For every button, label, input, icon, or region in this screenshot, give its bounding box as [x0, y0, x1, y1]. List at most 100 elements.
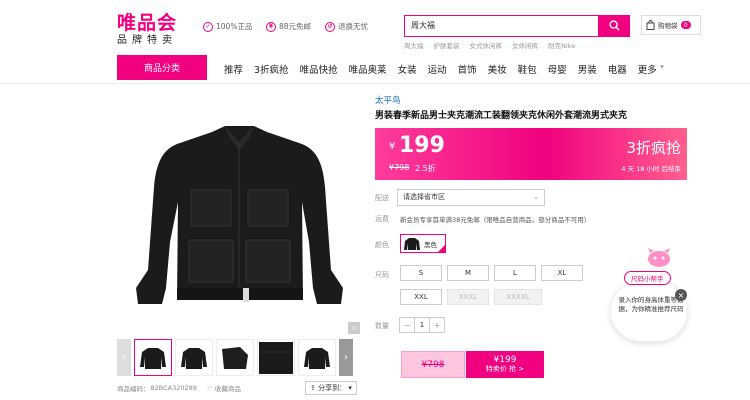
product-code-label: 商品编码：	[117, 385, 150, 393]
nav-item[interactable]: 3折疯抢	[254, 62, 289, 76]
nav-item[interactable]: 美妆	[488, 62, 507, 76]
size-option-xxl[interactable]: XXL	[400, 289, 442, 305]
region-select[interactable]: 请选择省市区 ⌄	[397, 189, 545, 206]
size-option-m[interactable]: M	[447, 265, 489, 281]
product-title: 男装春季新品男士夹克潮流工装翻领夹克休闲外套潮流男式夹克	[375, 111, 628, 121]
share-button[interactable]: ⇪ 分享到： ▾	[305, 381, 357, 395]
promo-label: 退换无忧	[338, 22, 368, 31]
flash-sale-label: 3折疯抢	[626, 139, 681, 157]
thumb-next-button[interactable]: ›	[339, 339, 353, 376]
quantity-increment-button[interactable]: +	[430, 318, 444, 332]
nav-item[interactable]: 母婴	[548, 62, 567, 76]
hot-search-link[interactable]: 耐克Nike	[548, 40, 575, 50]
promo-return: ↺ 退换无忧	[325, 21, 368, 32]
cart-label: 购物袋	[658, 22, 678, 30]
header-divider	[0, 83, 750, 84]
nav-more-label: 更多	[637, 65, 657, 76]
color-option-black[interactable]: 黑色	[400, 234, 446, 253]
hot-search-link[interactable]: 周大福	[404, 40, 424, 50]
hot-search-link[interactable]: 女式休闲裤	[470, 40, 503, 50]
promo-label: 88元免邮	[279, 22, 312, 31]
mascot-icon	[648, 248, 670, 267]
color-option-label: 黑色	[424, 240, 437, 249]
region-select-value: 请选择省市区	[403, 193, 445, 201]
hot-search-link[interactable]: 护肤套装	[434, 40, 460, 50]
category-button[interactable]: 商品分类	[117, 55, 207, 80]
hot-search-link[interactable]: 女休闲裤	[512, 40, 538, 50]
color-label: 颜色	[375, 241, 389, 249]
chevron-down-icon: ⌄	[533, 193, 539, 201]
size-helper-text: 录入你的身高体重等数据，为你精准推荐尺码	[618, 296, 684, 314]
size-option-s[interactable]: S	[400, 265, 442, 281]
zoom-icon[interactable]: ⌕	[348, 322, 360, 334]
buy-cta: 特卖价 抢 >	[485, 364, 525, 373]
return-icon: ↺	[325, 21, 335, 32]
promo-label: 100%正品	[216, 22, 253, 31]
thumbnail[interactable]	[134, 339, 172, 376]
search-icon	[608, 20, 620, 31]
discount-rate: 2.5折	[415, 164, 436, 173]
search-button[interactable]	[598, 14, 630, 37]
shopping-bag-icon	[646, 20, 655, 30]
buy-now-button[interactable]: ¥199 特卖价 抢 >	[466, 351, 544, 378]
nav-item[interactable]: 唯品奥莱	[349, 62, 387, 76]
quantity-decrement-button[interactable]: −	[400, 318, 414, 332]
favorite-link[interactable]: ♡ 收藏商品	[207, 383, 241, 393]
share-label: 分享到：	[318, 384, 347, 392]
main-nav: 推荐 3折疯抢 唯品快抢 唯品奥莱 女装 运动 首饰 美妆 鞋包 母婴 男装 电…	[224, 62, 665, 76]
nav-more[interactable]: 更多 ˅	[638, 62, 665, 76]
size-option-xxxl: XXXL	[447, 289, 489, 305]
product-code: 82BCA320289	[150, 384, 197, 392]
nav-item[interactable]: 女装	[398, 62, 417, 76]
thumbnail[interactable]	[216, 339, 254, 376]
selected-corner-mark	[438, 245, 445, 252]
countdown: 4 天 18 小时 后结束	[621, 165, 681, 173]
thumbnail[interactable]	[257, 339, 295, 376]
product-main-image[interactable]	[117, 92, 362, 337]
search-box	[404, 14, 630, 37]
size-label: 尺码	[375, 271, 389, 279]
cart-button[interactable]: 购物袋 0	[641, 15, 701, 35]
heart-icon: ♡	[206, 385, 213, 393]
thumbnail-strip: ‹ ›	[117, 339, 362, 376]
logo-subtitle: 品牌特卖	[117, 35, 177, 46]
size-helper-tag[interactable]: 尺码小帮手	[624, 271, 671, 285]
brand-link[interactable]: 太平鸟	[375, 94, 401, 106]
shield-check-icon: ✓	[203, 21, 213, 32]
close-icon[interactable]: ×	[675, 289, 687, 301]
color-swatch-image	[404, 237, 420, 250]
nav-item[interactable]: 鞋包	[518, 62, 537, 76]
quantity-value[interactable]: 1	[414, 318, 430, 332]
price-currency: ¥	[389, 141, 396, 152]
promo-free-shipping: ¥ 88元免邮	[266, 21, 311, 32]
cart-count-badge: 0	[680, 21, 691, 29]
delivery-label: 配送	[375, 194, 389, 202]
thumb-prev-button[interactable]: ‹	[117, 339, 131, 376]
share-icon: ⇪	[310, 384, 316, 392]
price-banner: ¥ 199 ¥798 2.5折 3折疯抢 4 天 18 小时 后结束	[375, 128, 687, 180]
size-option-l[interactable]: L	[494, 265, 536, 281]
search-input[interactable]	[405, 16, 595, 34]
nav-item[interactable]: 推荐	[224, 62, 243, 76]
original-price-button: ¥798	[401, 351, 465, 378]
favorite-label: 收藏商品	[214, 385, 241, 393]
chevron-down-icon: ˅	[656, 65, 665, 76]
coin-icon: ¥	[266, 21, 276, 32]
nav-item[interactable]: 男装	[578, 62, 597, 76]
shipping-label: 运费	[375, 215, 389, 223]
shipping-info: 新会员专享首单满38元免邮（限唯品自营商品，部分商品不可用）	[400, 216, 591, 224]
nav-item[interactable]: 唯品快抢	[300, 62, 338, 76]
thumbnail[interactable]	[298, 339, 336, 376]
size-option-xl[interactable]: XL	[541, 265, 583, 281]
original-price: ¥798	[389, 163, 410, 172]
jacket-image	[136, 126, 343, 304]
product-meta: 商品编码： 82BCA320289 ♡ 收藏商品	[117, 383, 241, 393]
promo-genuine: ✓ 100%正品	[203, 21, 252, 32]
nav-item[interactable]: 电器	[608, 62, 627, 76]
price-value: 199	[399, 133, 445, 158]
nav-item[interactable]: 运动	[428, 62, 447, 76]
hot-searches: 周大福 护肤套装 女式休闲裤 女休闲裤 耐克Nike	[404, 40, 575, 50]
nav-item[interactable]: 首饰	[458, 62, 477, 76]
size-option-xxxxl: XXXXL	[494, 289, 542, 305]
thumbnail[interactable]	[175, 339, 213, 376]
